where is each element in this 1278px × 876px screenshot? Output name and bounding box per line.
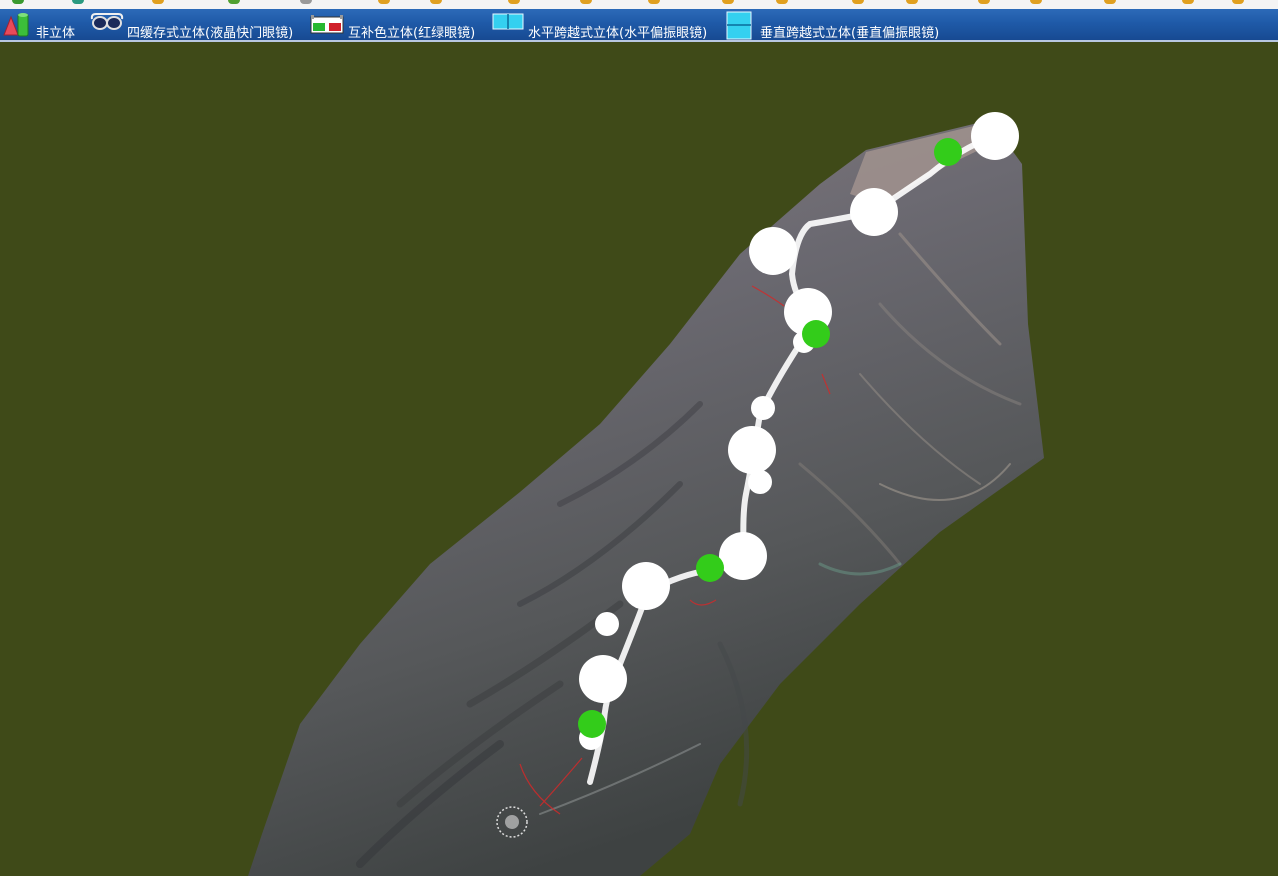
- waypoint-marker: [728, 426, 776, 474]
- terrain-scene: [248, 112, 1044, 876]
- waypoint-marker: [748, 470, 772, 494]
- menu-icon[interactable]: [722, 0, 734, 4]
- horizontal-interlaced-stereo-button[interactable]: 水平跨越式立体(水平偏振眼镜): [492, 9, 714, 42]
- quad-buffer-stereo-label: 四缓存式立体(液晶快门眼镜): [127, 26, 294, 41]
- menu-icon[interactable]: [300, 0, 312, 4]
- menu-icon[interactable]: [228, 0, 240, 4]
- checkpoint-marker: [934, 138, 962, 166]
- menu-icon[interactable]: [580, 0, 592, 4]
- mono-view-icon: [2, 11, 32, 43]
- mono-view-label: 非立体: [36, 26, 76, 41]
- menu-icon[interactable]: [776, 0, 788, 4]
- menu-icon[interactable]: [1030, 0, 1042, 4]
- waypoint-marker: [850, 188, 898, 236]
- vertical-split-icon: [726, 11, 754, 45]
- waypoint-marker: [749, 227, 797, 275]
- waypoint-marker: [971, 112, 1019, 160]
- mono-view-button[interactable]: 非立体: [2, 9, 80, 42]
- checkpoint-marker: [578, 710, 606, 738]
- checkpoint-marker: [696, 554, 724, 582]
- waypoint-marker: [622, 562, 670, 610]
- quad-buffer-stereo-button[interactable]: 四缓存式立体(液晶快门眼镜): [90, 9, 302, 42]
- waypoint-marker: [595, 612, 619, 636]
- terrain-3d-viewport[interactable]: [0, 44, 1278, 876]
- menu-icon[interactable]: [648, 0, 660, 4]
- horizontal-interlaced-stereo-label: 水平跨越式立体(水平偏振眼镜): [528, 26, 708, 41]
- menu-icon[interactable]: [152, 0, 164, 4]
- menu-icon[interactable]: [1104, 0, 1116, 4]
- menu-icon[interactable]: [430, 0, 442, 4]
- anaglyph-stereo-button[interactable]: 互补色立体(红绿眼镜): [310, 9, 480, 42]
- menu-icon[interactable]: [906, 0, 918, 4]
- checkpoint-marker: [802, 320, 830, 348]
- menu-icon[interactable]: [12, 0, 24, 4]
- menu-icon[interactable]: [508, 0, 520, 4]
- red-green-glasses-icon: [310, 11, 344, 41]
- menu-icon[interactable]: [1182, 0, 1194, 4]
- anaglyph-stereo-label: 互补色立体(红绿眼镜): [348, 26, 476, 41]
- waypoint-marker: [579, 655, 627, 703]
- vertical-interlaced-stereo-label: 垂直跨越式立体(垂直偏振眼镜): [760, 26, 940, 41]
- menu-icon[interactable]: [852, 0, 864, 4]
- horizontal-split-icon: [492, 11, 524, 35]
- menu-icon[interactable]: [1232, 0, 1244, 4]
- waypoint-marker: [751, 396, 775, 420]
- shutter-glasses-icon: [90, 11, 124, 37]
- menu-icon[interactable]: [378, 0, 390, 4]
- menu-icon[interactable]: [72, 0, 84, 4]
- waypoint-marker: [719, 532, 767, 580]
- vertical-interlaced-stereo-button[interactable]: 垂直跨越式立体(垂直偏振眼镜): [726, 9, 948, 42]
- stereo-mode-toolbar: 非立体 四缓存式立体(液晶快门眼镜) 互补色立体(红绿眼镜) 水平跨越式立体(水…: [0, 9, 1278, 42]
- menu-icon[interactable]: [978, 0, 990, 4]
